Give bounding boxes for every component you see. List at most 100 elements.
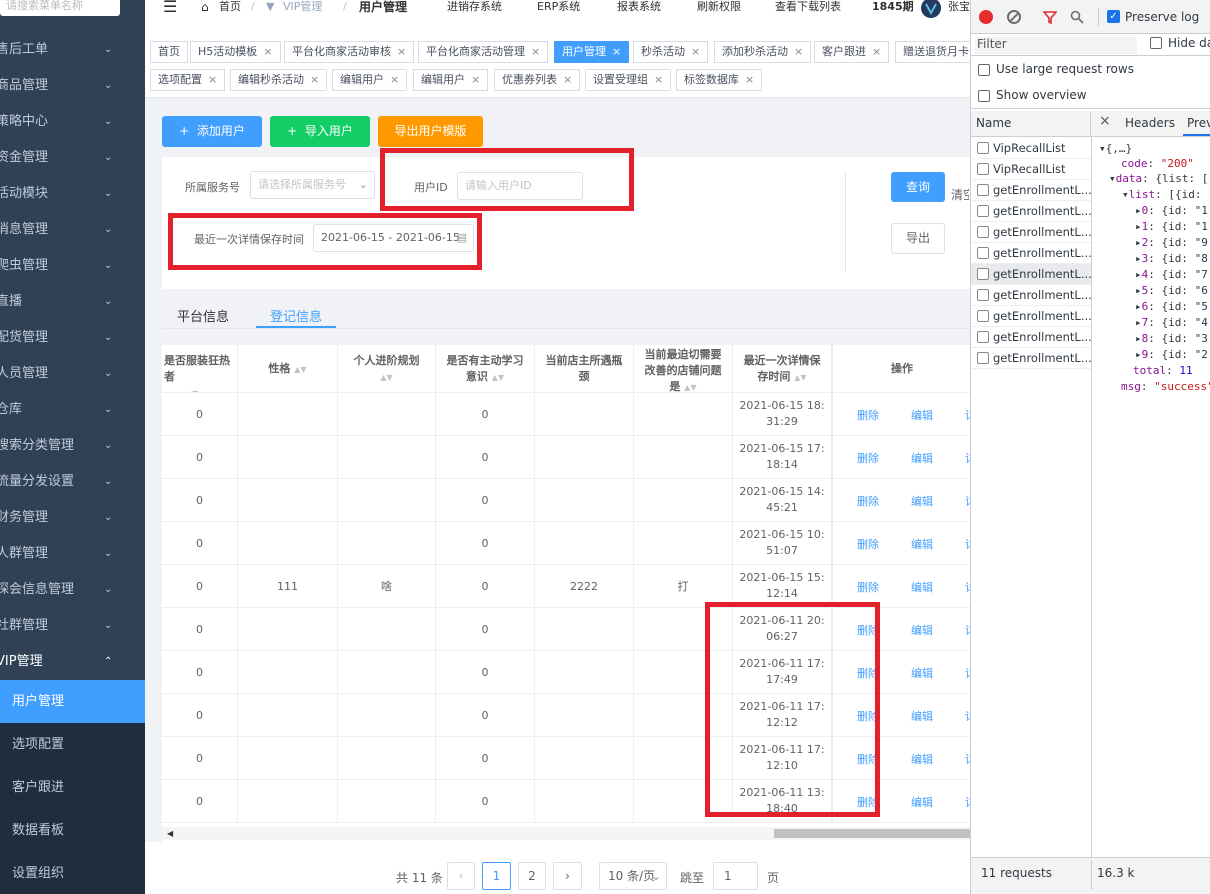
edit-button[interactable]: 编辑	[911, 751, 933, 767]
horizontal-scrollbar[interactable]: ◀	[162, 827, 970, 840]
sidebar-item-funds[interactable]: 资金管理 ⌄	[0, 140, 145, 176]
close-icon[interactable]: ×	[794, 45, 803, 58]
preview-list-item[interactable]: ▸8: {id: "3	[1135, 332, 1208, 345]
sort-icon[interactable]: ▲▼	[294, 365, 306, 374]
request-row[interactable]: VipRecallList	[971, 159, 1091, 180]
preview-list-item[interactable]: ▸9: {id: "2	[1135, 348, 1208, 361]
preview-list-item[interactable]: ▸4: {id: "7	[1135, 268, 1208, 281]
preview-root[interactable]: ▾{,…}	[1099, 142, 1132, 155]
request-row[interactable]: getEnrollmentL...	[971, 180, 1091, 201]
nav-link-erp[interactable]: ERP系统	[537, 0, 580, 14]
close-icon[interactable]: ×	[397, 45, 406, 58]
request-checkbox[interactable]	[977, 226, 989, 238]
edit-button[interactable]: 编辑	[911, 450, 933, 466]
preview-list-item[interactable]: ▸5: {id: "6	[1135, 284, 1208, 297]
edit-button[interactable]: 编辑	[911, 579, 933, 595]
tab-tag-database[interactable]: 标签数据库 ×	[676, 69, 763, 91]
request-checkbox[interactable]	[977, 205, 989, 217]
nav-link-reports[interactable]: 报表系统	[617, 0, 661, 14]
filter-icon[interactable]	[1042, 10, 1058, 25]
scrollbar-thumb[interactable]	[774, 829, 970, 838]
name-column-header[interactable]: Name	[976, 116, 1011, 130]
request-row[interactable]: getEnrollmentL...	[971, 327, 1091, 348]
sidebar-item-search-category[interactable]: 搜索分类管理 ⌄	[0, 428, 145, 464]
sidebar-item-strategy[interactable]: 策略中心 ⌄	[0, 104, 145, 140]
sidebar-item-finance[interactable]: 财务管理 ⌄	[0, 500, 145, 536]
tab-merchant-manage[interactable]: 平台化商家活动管理 ×	[418, 41, 549, 63]
tab-edit-flash-sale[interactable]: 编辑秒杀活动 ×	[230, 69, 328, 91]
expand-icon[interactable]: ▸	[1135, 332, 1142, 345]
overview-checkbox[interactable]	[978, 90, 990, 102]
tab-coupons[interactable]: 优惠券列表 ×	[494, 69, 581, 91]
col-header-fashion[interactable]: 是否服装狂热者▲▼	[162, 345, 238, 393]
tab-h5-template[interactable]: H5活动模板 ×	[190, 41, 281, 63]
expand-icon[interactable]: ▸	[1135, 252, 1142, 265]
sidebar-item-community[interactable]: 社群管理 ⌄	[0, 608, 145, 644]
tab-edit-user-2[interactable]: 编辑用户 ×	[413, 69, 489, 91]
preview-list-item[interactable]: ▸3: {id: "8	[1135, 252, 1208, 265]
close-icon[interactable]: ×	[654, 73, 663, 86]
preview-list[interactable]: ▾list: [{id:	[1122, 188, 1202, 201]
sidebar-item-crowd[interactable]: 人群管理 ⌄	[0, 536, 145, 572]
sidebar-item-traffic[interactable]: 流量分发设置 ⌄	[0, 464, 145, 500]
request-checkbox[interactable]	[977, 289, 989, 301]
page-size-select[interactable]: 10 条/页 ⌄	[599, 862, 667, 890]
col-header-bottleneck[interactable]: 当前店主所遇瓶颈	[535, 345, 634, 393]
preview-list-item[interactable]: ▸7: {id: "4	[1135, 316, 1208, 329]
expand-icon[interactable]: ▸	[1135, 268, 1142, 281]
delete-button[interactable]: 删除	[857, 493, 879, 509]
tab-home[interactable]: 首页	[150, 41, 188, 63]
expand-icon[interactable]: ▸	[1135, 300, 1142, 313]
jump-page-input[interactable]: 1	[713, 862, 758, 890]
request-row[interactable]: getEnrollmentL...	[971, 264, 1091, 285]
close-icon[interactable]: ×	[531, 45, 540, 58]
headers-tab[interactable]: Headers	[1125, 116, 1175, 130]
close-icon[interactable]: ×	[691, 45, 700, 58]
breadcrumb-home[interactable]: 首页	[219, 0, 241, 14]
tab-merchant-audit[interactable]: 平台化商家活动审核 ×	[284, 41, 415, 63]
request-row[interactable]: getEnrollmentL...	[971, 222, 1091, 243]
request-checkbox[interactable]	[977, 163, 989, 175]
tab-add-flash-sale[interactable]: 添加秒杀活动 ×	[714, 41, 812, 63]
expand-icon[interactable]: ▸	[1135, 236, 1142, 249]
delete-button[interactable]: 删除	[857, 536, 879, 552]
hamburger-icon[interactable]: ☰	[163, 0, 177, 15]
sort-icon[interactable]: ▲▼	[492, 373, 504, 382]
sidebar-item-vip[interactable]: VIP管理 ⌃	[0, 644, 145, 680]
expand-icon[interactable]: ▸	[1135, 220, 1142, 233]
close-icon[interactable]: ×	[208, 73, 217, 86]
preview-total[interactable]: total: 11	[1133, 364, 1193, 377]
edit-button[interactable]: 编辑	[911, 708, 933, 724]
tab-user-management[interactable]: 用户管理 ×	[554, 41, 630, 63]
expand-icon[interactable]: ▾	[1109, 172, 1116, 185]
expand-icon[interactable]: ▸	[1135, 316, 1142, 329]
sidebar-subitem-user-management[interactable]: 用户管理	[0, 680, 145, 723]
breadcrumb-vip[interactable]: VIP管理	[283, 0, 322, 14]
col-header-personality[interactable]: 性格 ▲▼	[238, 345, 338, 393]
preview-msg[interactable]: msg: "success"	[1121, 380, 1210, 393]
hide-data-checkbox[interactable]	[1150, 37, 1162, 49]
close-icon[interactable]: ×	[872, 45, 881, 58]
request-checkbox[interactable]	[977, 331, 989, 343]
preserve-log-checkbox[interactable]: ✓	[1107, 10, 1120, 23]
sidebar-subitem-dashboard[interactable]: 数据看板	[0, 809, 145, 852]
request-row[interactable]: getEnrollmentL...	[971, 201, 1091, 222]
request-checkbox[interactable]	[977, 247, 989, 259]
export-button[interactable]: 导出	[891, 223, 945, 254]
close-icon[interactable]: ×	[1099, 113, 1111, 129]
edit-button[interactable]: 编辑	[911, 665, 933, 681]
request-checkbox[interactable]	[977, 184, 989, 196]
next-page-button[interactable]: ›	[553, 862, 582, 890]
sidebar-subitem-follow-up[interactable]: 客户跟进	[0, 766, 145, 809]
sidebar-item-messages[interactable]: 消息管理 ⌄	[0, 212, 145, 248]
request-checkbox[interactable]	[977, 352, 989, 364]
col-header-urgent-issue[interactable]: 当前最迫切需要改善的店铺问题是 ▲▼	[634, 345, 733, 393]
request-row[interactable]: getEnrollmentL...	[971, 243, 1091, 264]
preview-list-item[interactable]: ▸0: {id: "1	[1135, 204, 1208, 217]
large-rows-checkbox[interactable]	[978, 64, 990, 76]
sidebar-item-distribution[interactable]: 配货管理 ⌄	[0, 320, 145, 356]
preview-list-item[interactable]: ▸2: {id: "9	[1135, 236, 1208, 249]
expand-icon[interactable]: ▾	[1099, 142, 1106, 155]
sidebar-item-crawler[interactable]: 爬虫管理 ⌄	[0, 248, 145, 284]
tab-customer-follow[interactable]: 客户跟进 ×	[814, 41, 890, 63]
